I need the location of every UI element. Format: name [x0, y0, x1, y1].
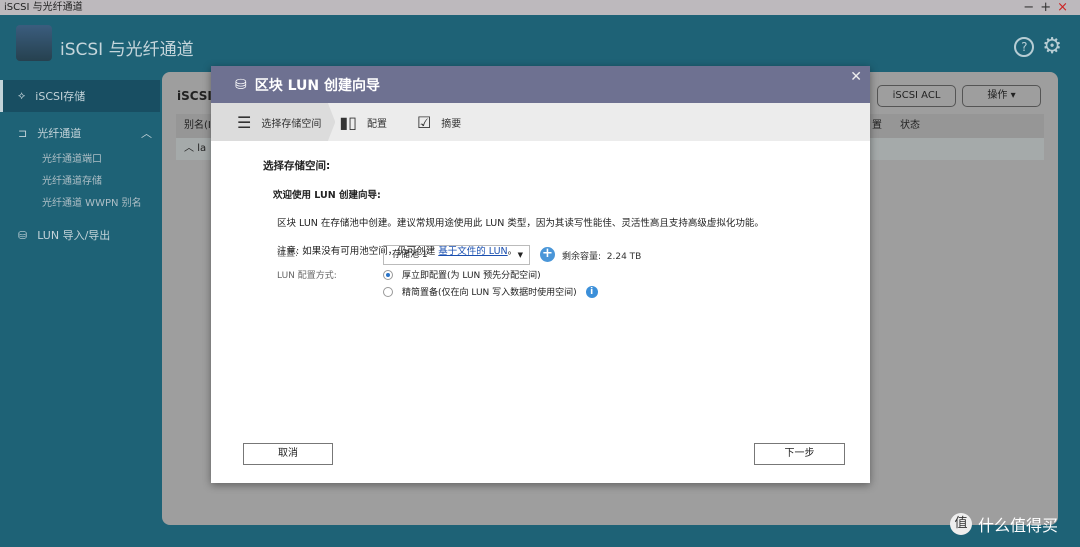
chevron-up-icon[interactable]: ︿ [141, 125, 152, 141]
sidebar-item-label: 光纤通道 [37, 127, 82, 140]
radio-thin-provisioning[interactable]: 精简置备(仅在向 LUN 写入数据时使用空间) i [383, 285, 598, 298]
location-label: 位置: [277, 249, 299, 259]
location-select[interactable]: 存储池 1 ▼ [383, 245, 530, 265]
iscsi-icon: ⟡ [18, 89, 26, 102]
lun-creation-wizard-dialog: ⛁ 区块 LUN 创建向导 ✕ ☰ 选择存储空间 ▮▯ 配置 ☑ 摘要 选择存储空间: … [211, 66, 870, 483]
database-icon: ⛁ [18, 228, 28, 242]
action-label: 操作 [987, 90, 1008, 101]
info-icon[interactable]: i [585, 285, 598, 298]
step-label: 摘要 [441, 118, 462, 130]
iscsi-acl-button[interactable]: iSCSI ACL [877, 85, 956, 107]
sidebar-item-label: iSCSI存储 [35, 90, 86, 103]
sidebar-subitem-fc-ports[interactable]: 光纤通道端口 [0, 149, 160, 171]
section-heading: 选择存储空间: [263, 160, 331, 172]
app-title: iSCSI 与光纤通道 [60, 40, 194, 60]
wizard-steps: ☰ 选择存储空间 ▮▯ 配置 ☑ 摘要 [211, 103, 870, 141]
column-status[interactable]: 状态 [900, 114, 920, 138]
cancel-button[interactable]: 取消 [243, 443, 333, 465]
sidebar-item-lun-import-export[interactable]: ⛁ LUN 导入/导出 [0, 219, 160, 251]
fibre-channel-icon: ⊐ [18, 126, 28, 140]
app-logo-icon [16, 25, 52, 61]
sidebar-item-fibre-channel[interactable]: ⊐ 光纤通道 ︿ [0, 117, 160, 149]
help-icon[interactable]: ? [1014, 37, 1035, 57]
close-window-button[interactable]: × [1057, 0, 1074, 15]
watermark-badge: 值 [950, 513, 972, 535]
row-label: la [197, 143, 207, 154]
window-controls: −+× [1023, 0, 1074, 15]
capacity-value: 2.24 TB [606, 252, 642, 262]
option-label: 厚立即配置(为 LUN 预先分配空间) [402, 271, 541, 281]
capacity: 剩余容量: 2.24 TB [562, 249, 641, 262]
sidebar: ⟡ iSCSI存储 ⊐ 光纤通道 ︿ 光纤通道端口 光纤通道存储 光纤通道 WWPN … [0, 80, 160, 251]
database-icon: ⛁ [235, 76, 247, 93]
minimize-button[interactable]: − [1023, 0, 1040, 15]
watermark-text: 什么值得买 [978, 516, 1059, 535]
dialog-title: 区块 LUN 创建向导 [254, 77, 380, 94]
description-text: 区块 LUN 在存储池中创建。建议常规用途使用此 LUN 类型，因为其读写性能佳… [277, 218, 764, 229]
config-icon: ▮▯ [339, 112, 357, 132]
sidebar-item-iscsi-storage[interactable]: ⟡ iSCSI存储 [0, 80, 160, 112]
step-select-storage: ☰ 选择存储空间 [211, 103, 336, 141]
list-icon: ☰ [237, 112, 252, 132]
step-configure: ▮▯ 配置 [335, 103, 401, 141]
capacity-label: 剩余容量: [562, 252, 602, 262]
close-icon[interactable]: ✕ [850, 69, 862, 85]
window-title: iSCSI 与光纤通道 [4, 2, 83, 13]
panel-title: iSCSI [177, 89, 212, 103]
column-position[interactable]: 置 [872, 114, 882, 138]
gear-icon[interactable]: ⚙ [1042, 36, 1062, 58]
action-dropdown-button[interactable]: 操作 ▾ [962, 85, 1041, 107]
next-button[interactable]: 下一步 [754, 443, 845, 465]
welcome-text: 欢迎使用 LUN 创建向导: [273, 190, 381, 201]
maximize-button[interactable]: + [1040, 0, 1057, 15]
location-value: 存储池 1 [392, 250, 428, 260]
add-pool-icon[interactable]: + [540, 247, 555, 262]
chevron-up-icon[interactable]: ︿ [184, 143, 197, 154]
sidebar-subitem-fc-wwpn[interactable]: 光纤通道 WWPN 别名 [0, 193, 160, 215]
window-titlebar: iSCSI 与光纤通道 −+× [0, 0, 1080, 15]
step-summary: ☑ 摘要 [401, 103, 475, 141]
provision-label: LUN 配置方式: [277, 271, 337, 281]
sidebar-item-label: LUN 导入/导出 [37, 229, 111, 242]
chevron-down-icon: ▼ [517, 251, 523, 259]
radio-unchecked-icon[interactable] [383, 286, 393, 297]
radio-thick-provisioning[interactable]: 厚立即配置(为 LUN 预先分配空间) [383, 268, 541, 281]
step-label: 选择存储空间 [261, 118, 322, 130]
watermark: 值什么值得买 [950, 512, 1058, 536]
step-label: 配置 [366, 118, 387, 130]
sidebar-subitem-fc-storage[interactable]: 光纤通道存储 [0, 171, 160, 193]
radio-checked-icon[interactable] [383, 269, 393, 280]
clipboard-check-icon: ☑ [416, 112, 432, 132]
option-label: 精简置备(仅在向 LUN 写入数据时使用空间) [402, 288, 577, 298]
